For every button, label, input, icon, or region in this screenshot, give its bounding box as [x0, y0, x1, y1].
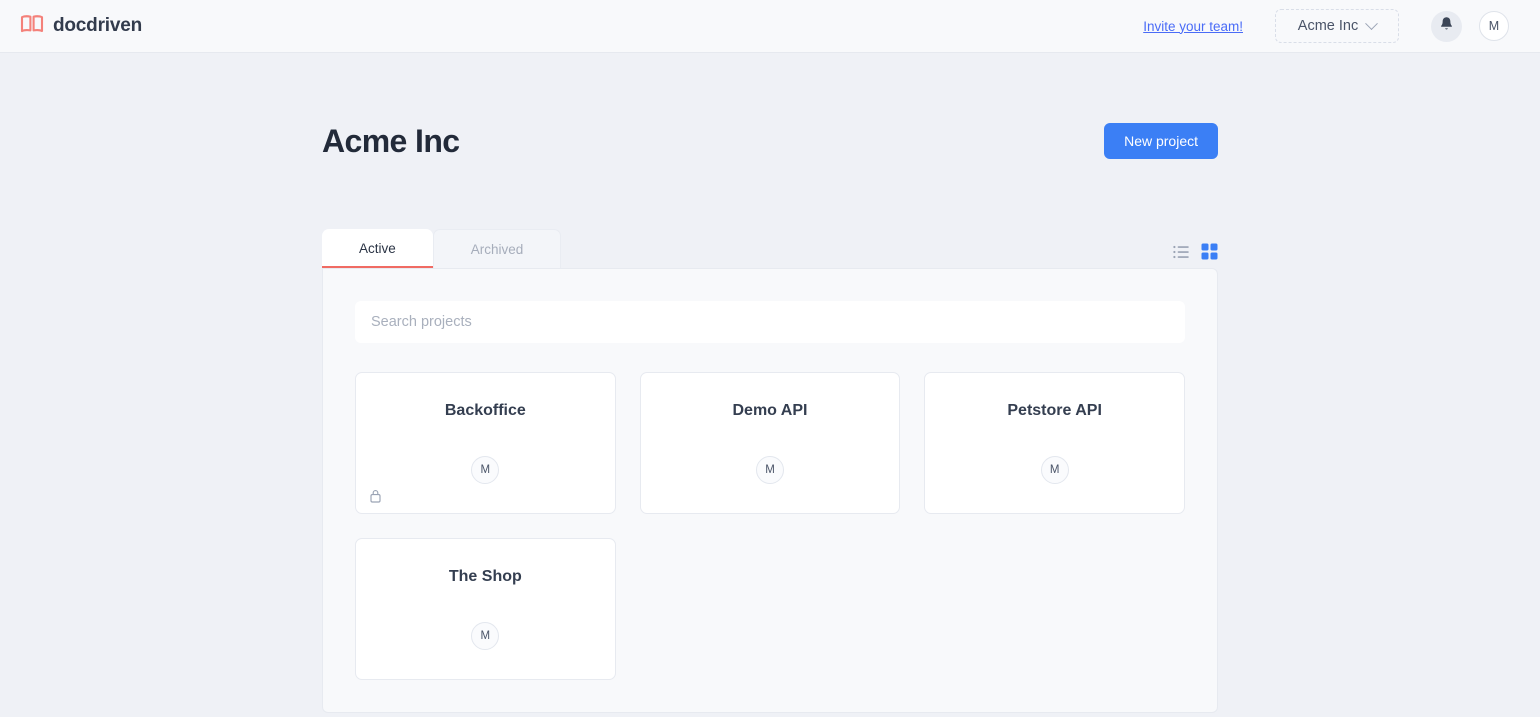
project-name: The Shop	[449, 568, 522, 586]
project-member-initial: M	[481, 464, 491, 476]
project-member-avatar[interactable]: M	[471, 622, 499, 650]
project-member-initial: M	[765, 464, 775, 476]
project-card-petstore-api[interactable]: Petstore API M	[924, 372, 1185, 514]
project-card-the-shop[interactable]: The Shop M	[355, 538, 616, 680]
project-member-initial: M	[1050, 464, 1060, 476]
project-card-demo-api[interactable]: Demo API M	[640, 372, 901, 514]
organization-name: Acme Inc	[1298, 18, 1358, 34]
top-bar-actions: Invite your team! Acme Inc M	[1143, 9, 1509, 43]
project-card-backoffice[interactable]: Backoffice M	[355, 372, 616, 514]
page-content: Acme Inc New project Active Archived	[322, 53, 1218, 713]
chevron-down-icon	[1365, 17, 1378, 30]
top-navigation-bar: docdriven Invite your team! Acme Inc M	[0, 0, 1540, 53]
project-name: Demo API	[733, 402, 808, 420]
project-name: Petstore API	[1007, 402, 1102, 420]
notifications-button[interactable]	[1431, 11, 1462, 42]
tab-archived[interactable]: Archived	[433, 229, 562, 268]
brand-logo[interactable]: docdriven	[20, 14, 142, 39]
page-header: Acme Inc New project	[322, 111, 1218, 171]
user-avatar[interactable]: M	[1479, 11, 1509, 41]
user-avatar-initial: M	[1489, 19, 1499, 33]
tab-active[interactable]: Active	[322, 229, 433, 268]
search-projects-input[interactable]	[355, 301, 1185, 343]
new-project-button[interactable]: New project	[1104, 123, 1218, 159]
grid-view-icon[interactable]	[1201, 243, 1218, 260]
tabs-and-view-controls: Active Archived	[322, 229, 1218, 268]
projects-panel: Backoffice M Demo API M Petstore	[322, 268, 1218, 713]
tab-active-label: Active	[359, 241, 396, 256]
brand-name: docdriven	[53, 15, 142, 37]
view-toggle-group	[1173, 243, 1218, 268]
projects-grid: Backoffice M Demo API M Petstore	[355, 372, 1185, 680]
tab-archived-label: Archived	[471, 242, 524, 257]
book-logo-icon	[20, 14, 44, 39]
project-tabs: Active Archived	[322, 229, 561, 268]
invite-team-link[interactable]: Invite your team!	[1143, 19, 1243, 34]
project-name: Backoffice	[445, 402, 526, 420]
project-member-initial: M	[481, 630, 491, 642]
project-member-avatar[interactable]: M	[1041, 456, 1069, 484]
organization-switcher[interactable]: Acme Inc	[1275, 9, 1399, 43]
list-view-icon[interactable]	[1173, 245, 1189, 259]
lock-icon	[370, 489, 381, 503]
page-title: Acme Inc	[322, 123, 459, 160]
project-member-avatar[interactable]: M	[756, 456, 784, 484]
project-member-avatar[interactable]: M	[471, 456, 499, 484]
bell-icon	[1439, 16, 1454, 37]
